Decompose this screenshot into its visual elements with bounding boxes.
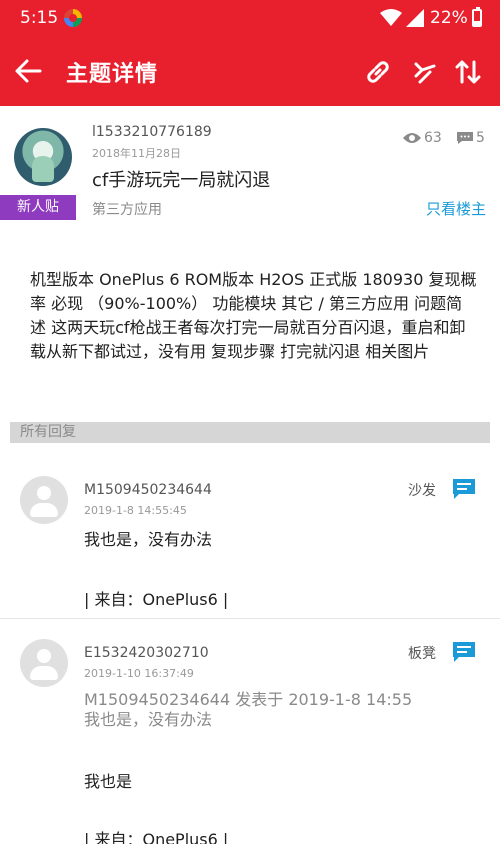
quote-text: 我也是，没有办法: [84, 710, 213, 729]
battery-percent: 22%: [430, 8, 468, 28]
comments-count: 5: [476, 130, 485, 146]
jump-to-floor-icon[interactable]: [410, 58, 438, 86]
reply-text: 我也是，没有办法: [84, 530, 213, 549]
views-count: 63: [424, 130, 442, 146]
author-avatar[interactable]: [14, 128, 72, 186]
link-icon[interactable]: [364, 58, 392, 86]
page-title: 主题详情: [66, 62, 159, 87]
reply-source: | 来自：OnePlus6 |: [84, 590, 229, 609]
avatar-icon[interactable]: [20, 476, 68, 524]
post-title: cf手游玩完一局就闪退: [92, 170, 271, 191]
post-category[interactable]: 第三方应用: [92, 199, 162, 219]
reply-icon[interactable]: [452, 641, 476, 663]
reply-divider: [0, 618, 500, 619]
wifi-icon: [380, 9, 402, 26]
avatar-icon[interactable]: [20, 639, 68, 687]
reply-floor: 沙发: [408, 483, 436, 499]
post-body: 机型版本 OnePlus 6 ROM版本 H2OS 正式版 180930 复现概…: [30, 270, 477, 361]
replies-header: 所有回复: [10, 422, 490, 443]
sort-icon[interactable]: [454, 58, 482, 86]
post-date: 2018年11月28日: [92, 147, 181, 160]
eye-icon: [403, 133, 421, 143]
new-post-badge: 新人贴: [0, 195, 76, 220]
toolbar: 主题详情: [0, 36, 500, 106]
status-bar: 5:15 22%: [0, 0, 500, 36]
reply-source: | 来自：OnePlus6 |: [84, 830, 229, 844]
reply-user[interactable]: E1532420302710: [84, 645, 209, 661]
reply-floor: 板凳: [408, 646, 436, 662]
battery-icon: [472, 7, 482, 27]
author-name[interactable]: l1533210776189: [92, 124, 212, 140]
reply-user[interactable]: M1509450234644: [84, 482, 212, 498]
reply-text: 我也是: [84, 772, 133, 791]
app-notification-icon: [64, 9, 82, 27]
reply-time: 2019-1-10 16:37:49: [84, 667, 194, 680]
reply-time: 2019-1-8 14:55:45: [84, 504, 187, 517]
arrow-back-icon[interactable]: [12, 55, 44, 87]
quote-head: M1509450234644 发表于 2019-1-8 14:55: [84, 690, 413, 709]
reply-icon[interactable]: [452, 478, 476, 500]
only-author-button[interactable]: 只看楼主: [426, 198, 486, 219]
signal-icon: [406, 9, 424, 27]
comment-icon: [457, 132, 473, 144]
status-time: 5:15: [20, 8, 59, 28]
